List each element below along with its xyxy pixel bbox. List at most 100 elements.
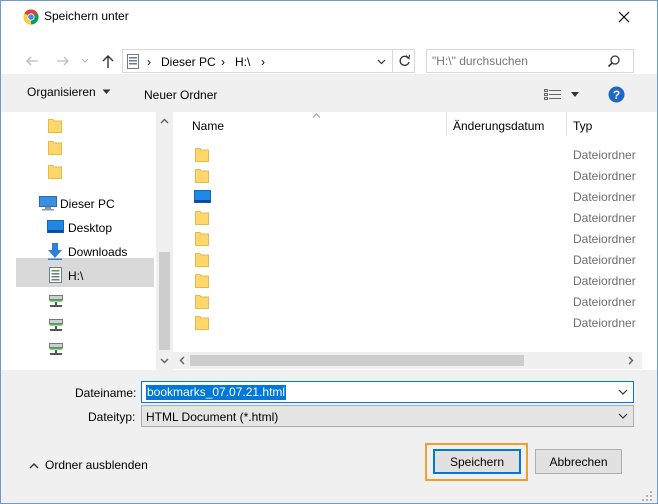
close-button[interactable] — [613, 7, 635, 27]
file-row[interactable]: Dateiordner — [173, 228, 657, 249]
scroll-left-icon[interactable] — [179, 356, 185, 365]
file-row[interactable]: Dateiordner — [173, 144, 657, 165]
help-icon: ? — [608, 86, 625, 103]
download-icon — [47, 243, 63, 260]
hide-folders-label: Ordner ausblenden — [45, 458, 148, 472]
title-bar: Speichern unter — [1, 1, 657, 31]
organize-button[interactable]: Organisieren — [27, 82, 111, 102]
navigation-pane: Dieser PC Desktop Downloads H:\ — [1, 112, 173, 370]
sidebar-item[interactable] — [1, 160, 153, 182]
horizontal-scroll-thumb[interactable] — [190, 355, 524, 366]
chevron-up-icon — [29, 462, 39, 468]
desktop-icon — [47, 220, 64, 233]
refresh-button[interactable] — [398, 54, 411, 68]
sidebar-item-label: H:\ — [68, 269, 84, 283]
back-button[interactable] — [25, 54, 39, 68]
sidebar-item-this-pc[interactable]: Dieser PC — [1, 192, 153, 214]
hide-folders-button[interactable]: Ordner ausblenden — [29, 458, 148, 472]
sidebar-item[interactable] — [1, 136, 153, 158]
filename-dropdown-button[interactable] — [618, 389, 628, 395]
folder-icon — [195, 315, 209, 330]
sidebar-item-h-drive[interactable]: H:\ — [1, 264, 153, 286]
filetype-dropdown-button[interactable] — [618, 413, 628, 419]
folder-icon — [195, 294, 209, 309]
sidebar-item-desktop[interactable]: Desktop — [1, 216, 153, 238]
filename-field[interactable]: bookmarks_07.07.21.html — [141, 381, 634, 403]
chevron-down-icon — [102, 89, 111, 94]
column-divider[interactable] — [566, 112, 567, 136]
help-button[interactable]: ? — [608, 86, 625, 103]
save-button[interactable]: Speichern — [433, 449, 521, 474]
breadcrumb-item[interactable]: Dieser PC — [161, 56, 216, 68]
sidebar-item-label: Downloads — [68, 245, 128, 259]
breadcrumb-item[interactable]: H:\ — [235, 56, 250, 68]
close-icon — [618, 11, 630, 23]
file-row[interactable]: Dateiordner — [173, 291, 657, 312]
address-bar[interactable]: › Dieser PC › H:\ › — [122, 49, 415, 73]
recent-locations-button[interactable] — [81, 58, 89, 64]
organize-label: Organisieren — [27, 85, 96, 99]
file-row[interactable]: Dateiordner — [173, 186, 657, 207]
file-type: Dateiordner — [573, 253, 636, 267]
file-row[interactable]: Dateiordner — [173, 207, 657, 228]
view-options-button[interactable] — [544, 89, 562, 100]
forward-arrow-icon — [57, 56, 69, 66]
file-row[interactable]: Dateiordner — [173, 312, 657, 333]
search-input[interactable] — [432, 52, 602, 70]
file-type: Dateiordner — [573, 190, 636, 204]
chrome-icon — [23, 9, 39, 25]
command-bar: Organisieren Neuer Ordner ? — [1, 74, 657, 112]
chevron-down-icon — [571, 92, 579, 97]
filetype-select[interactable]: HTML Document (*.html) — [141, 405, 634, 427]
desktop-icon — [194, 190, 211, 203]
file-type: Dateiordner — [573, 232, 636, 246]
breadcrumb-separator-icon: › — [221, 55, 225, 69]
chevron-down-icon — [81, 58, 89, 63]
resize-grip-icon[interactable] — [641, 490, 653, 502]
scroll-down-icon[interactable] — [160, 358, 169, 364]
filetype-label: Dateityp: — [88, 410, 136, 424]
chevron-down-icon — [618, 413, 628, 419]
network-drive-icon — [49, 343, 63, 356]
sidebar-scroll-thumb[interactable] — [159, 252, 170, 350]
column-divider[interactable] — [446, 112, 447, 136]
file-type: Dateiordner — [573, 169, 636, 183]
horizontal-scrollbar[interactable] — [173, 352, 642, 369]
view-dropdown-button[interactable] — [571, 92, 579, 97]
svg-text:?: ? — [613, 88, 620, 102]
scroll-up-icon[interactable] — [160, 118, 169, 124]
column-header-name[interactable]: Name — [192, 120, 224, 132]
address-dropdown-button[interactable] — [377, 59, 386, 65]
file-row[interactable]: Dateiordner — [173, 165, 657, 186]
sidebar-scrollbar[interactable] — [156, 112, 173, 370]
file-row[interactable]: Dateiordner — [173, 270, 657, 291]
drive-icon — [49, 267, 62, 283]
forward-button[interactable] — [56, 54, 70, 68]
address-divider — [392, 50, 393, 72]
scroll-right-icon[interactable] — [628, 356, 634, 365]
sidebar-item[interactable] — [1, 290, 153, 312]
chevron-down-icon — [618, 389, 628, 395]
chevron-down-icon — [377, 59, 386, 65]
column-header-type[interactable]: Typ — [573, 120, 592, 132]
file-row[interactable]: Dateiordner — [173, 249, 657, 270]
folder-icon — [195, 210, 209, 225]
filetype-value: HTML Document (*.html) — [146, 410, 279, 424]
up-button[interactable] — [101, 54, 115, 69]
sidebar-item-label: Dieser PC — [60, 197, 115, 211]
filename-input[interactable]: bookmarks_07.07.21.html — [146, 385, 287, 400]
search-box[interactable] — [426, 49, 634, 73]
window-title: Speichern unter — [44, 9, 129, 23]
file-type: Dateiordner — [573, 274, 636, 288]
cancel-button[interactable]: Abbrechen — [535, 449, 622, 474]
sidebar-item[interactable] — [1, 114, 153, 136]
navigation-bar: › Dieser PC › H:\ › — [1, 31, 657, 74]
folder-icon — [48, 140, 62, 155]
column-header-date[interactable]: Änderungsdatum — [453, 120, 544, 132]
sidebar-item[interactable] — [1, 314, 153, 336]
refresh-icon — [399, 54, 411, 66]
sidebar-item[interactable] — [1, 338, 153, 360]
sidebar-item-downloads[interactable]: Downloads — [1, 240, 153, 262]
network-drive-icon — [49, 319, 63, 332]
new-folder-button[interactable]: Neuer Ordner — [144, 89, 217, 101]
